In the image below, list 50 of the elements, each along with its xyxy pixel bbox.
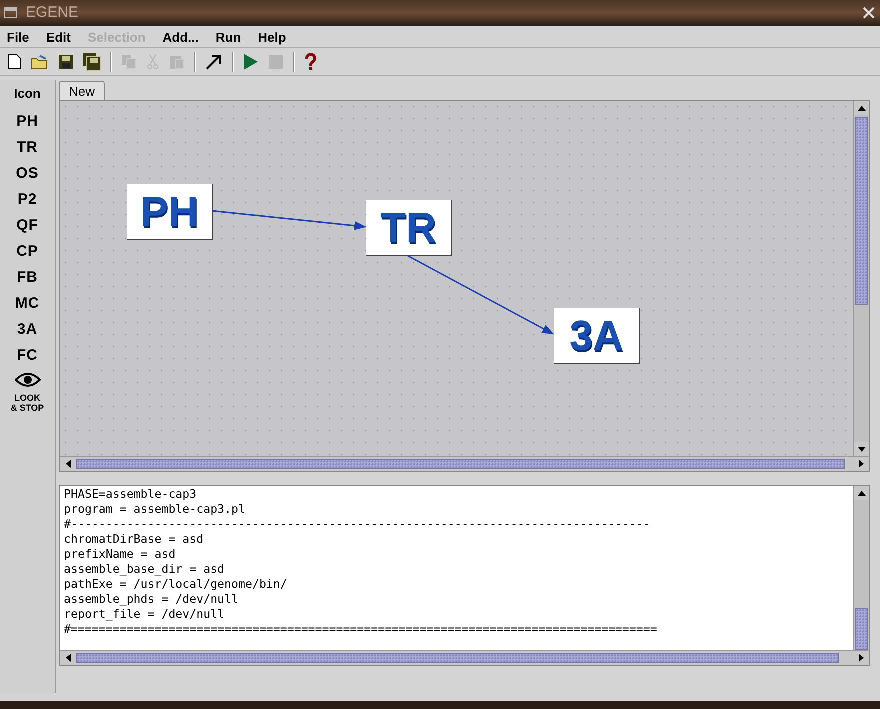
menu-item[interactable]: Help <box>258 28 286 48</box>
close-icon[interactable] <box>862 6 876 20</box>
horizontal-scrollbar[interactable] <box>60 650 869 665</box>
text-line: program = assemble-cap3.pl <box>64 502 246 517</box>
palette-item[interactable]: FC <box>17 346 38 372</box>
horizontal-scrollbar[interactable] <box>60 456 869 471</box>
text-line: report_file = /dev/null <box>64 607 226 622</box>
diagram-node[interactable]: 3A <box>554 308 640 364</box>
menu-item[interactable]: Run <box>216 28 242 48</box>
palette-item[interactable]: QF <box>16 216 38 242</box>
palette-item[interactable]: TR <box>17 138 38 164</box>
scroll-thumb[interactable] <box>855 608 868 650</box>
menu-item[interactable]: File <box>7 28 30 48</box>
text-line: PHASE=assemble-cap3 <box>64 487 198 502</box>
eye-icon[interactable] <box>14 372 40 388</box>
play-icon[interactable] <box>243 52 259 70</box>
palette-item[interactable]: PH <box>16 112 38 138</box>
text-line: prefixName = asd <box>64 547 177 562</box>
text-line: #----------------------------------------------------------------------------------- <box>64 517 652 532</box>
scroll-thumb[interactable] <box>76 459 845 469</box>
palette-item[interactable]: OS <box>16 164 39 190</box>
palette-item[interactable]: 3A <box>17 320 38 346</box>
text-line: #==================================================================================== <box>64 622 658 637</box>
text-line: chromatDirBase = asd <box>64 532 205 547</box>
floppy-disks-icon[interactable] <box>83 52 101 70</box>
question-mark-icon[interactable] <box>304 52 318 70</box>
new-file-icon[interactable] <box>8 54 22 70</box>
text-line: assemble_phds = /dev/null <box>64 592 240 607</box>
vertical-scrollbar[interactable] <box>853 486 869 650</box>
diagram-node[interactable]: PH <box>127 184 213 240</box>
vertical-scrollbar[interactable] <box>853 101 869 456</box>
text-line: assemble_base_dir = asd <box>64 562 226 577</box>
diagonal-arrow-icon[interactable] <box>205 52 223 70</box>
palette-title: Icon <box>14 85 41 103</box>
tab[interactable]: New <box>59 81 106 100</box>
text-line: pathExe = /usr/local/genome/bin/ <box>64 577 288 592</box>
text-editor[interactable] <box>60 486 853 650</box>
palette-item[interactable]: FB <box>17 268 38 294</box>
menu-item[interactable]: Add... <box>162 28 199 48</box>
window-title: EGENE <box>26 2 79 23</box>
palette-item[interactable]: P2 <box>18 190 38 216</box>
folder-icon[interactable] <box>31 54 49 70</box>
diagram-node[interactable]: TR <box>366 200 452 256</box>
scroll-thumb[interactable] <box>855 117 868 305</box>
scroll-thumb[interactable] <box>76 653 839 663</box>
palette-item[interactable]: MC <box>15 294 40 320</box>
window-menu-icon[interactable] <box>4 7 18 19</box>
menu-item[interactable]: Edit <box>46 28 71 48</box>
palette-item[interactable]: LOOK & STOP <box>10 392 44 412</box>
palette-item[interactable]: CP <box>16 242 38 268</box>
